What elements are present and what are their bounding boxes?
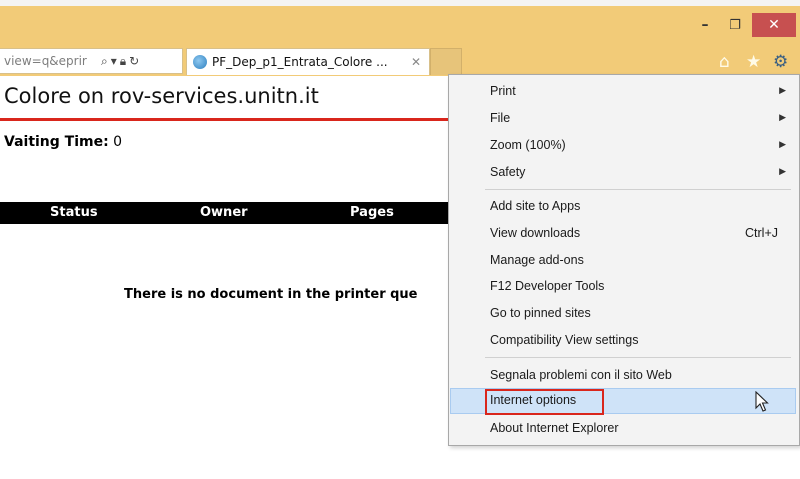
column-header-owner: Owner	[200, 205, 248, 220]
tools-menu: Print ▶ File ▶ Zoom (100%) ▶ Safety ▶ Ad…	[448, 74, 800, 446]
menu-item-label: Compatibility View settings	[490, 333, 639, 347]
address-text[interactable]: view=q&eprir	[0, 54, 98, 68]
close-button[interactable]: ✕	[752, 13, 796, 37]
menu-item-label: Add site to Apps	[490, 199, 581, 213]
maximize-button[interactable]: ❐	[724, 13, 746, 37]
menu-item-label: View downloads	[490, 226, 581, 240]
empty-queue-message: There is no document in the printer que	[124, 287, 418, 302]
column-header-status: Status	[50, 205, 98, 220]
refresh-icon[interactable]: ↻	[129, 54, 139, 68]
dropdown-arrow-icon[interactable]: ▾	[111, 54, 117, 68]
menu-separator	[485, 189, 791, 190]
menu-item-about-internet-explorer[interactable]: About Internet Explorer	[450, 416, 796, 442]
menu-item-label: Internet options	[490, 393, 577, 407]
home-icon[interactable]: ⌂	[719, 52, 730, 72]
menu-separator	[485, 357, 791, 358]
menu-item-label: Zoom (100%)	[490, 138, 566, 152]
menu-item-label: Go to pinned sites	[490, 306, 591, 320]
tab-title: PF_Dep_p1_Entrata_Colore ...	[212, 55, 388, 69]
star-icon[interactable]: ★	[746, 52, 761, 72]
menu-item-segnala-problemi[interactable]: Segnala problemi con il sito Web	[450, 363, 796, 389]
menu-item-label: Print	[490, 84, 516, 98]
minimize-button[interactable]: –	[694, 13, 716, 37]
menu-item-label: Safety	[490, 165, 526, 179]
menu-item-file[interactable]: File ▶	[450, 106, 796, 132]
waiting-time: Vaiting Time: 0	[4, 134, 122, 150]
menu-item-go-to-pinned-sites[interactable]: Go to pinned sites	[450, 301, 796, 327]
tab-close-icon[interactable]: ✕	[411, 55, 421, 69]
ie-favicon-icon	[193, 55, 207, 69]
menu-item-internet-options[interactable]: Internet options	[450, 388, 796, 415]
mouse-cursor-icon	[755, 391, 769, 412]
lock-icon[interactable]: 🔒︎	[120, 54, 126, 69]
menu-item-compatibility-view-settings[interactable]: Compatibility View settings	[450, 328, 796, 354]
waiting-time-label: Vaiting Time:	[4, 134, 109, 150]
menu-item-manage-add-ons[interactable]: Manage add-ons	[450, 248, 796, 274]
menu-item-label: About Internet Explorer	[490, 421, 619, 435]
waiting-time-value: 0	[113, 134, 123, 150]
search-icon[interactable]: ⌕	[101, 54, 108, 69]
menu-item-print[interactable]: Print ▶	[450, 79, 796, 105]
submenu-arrow-icon: ▶	[779, 85, 786, 95]
new-tab-button[interactable]	[430, 48, 462, 75]
menu-item-add-site-to-apps[interactable]: Add site to Apps	[450, 194, 796, 220]
submenu-arrow-icon: ▶	[779, 166, 786, 176]
submenu-arrow-icon: ▶	[779, 139, 786, 149]
queue-table-header: Status Owner Pages	[0, 202, 450, 224]
menu-item-shortcut: Ctrl+J	[745, 226, 778, 240]
submenu-arrow-icon: ▶	[779, 112, 786, 122]
menu-item-safety[interactable]: Safety ▶	[450, 160, 796, 186]
menu-item-label: Segnala problemi con il sito Web	[490, 368, 672, 382]
page-title: Colore on rov-services.unitn.it	[4, 84, 319, 108]
gear-icon[interactable]: ⚙	[773, 52, 788, 72]
menu-item-zoom[interactable]: Zoom (100%) ▶	[450, 133, 796, 159]
menu-item-view-downloads[interactable]: View downloads Ctrl+J	[450, 221, 796, 247]
column-header-pages: Pages	[350, 205, 394, 220]
menu-item-label: F12 Developer Tools	[490, 279, 605, 293]
menu-item-f12-developer-tools[interactable]: F12 Developer Tools	[450, 274, 796, 300]
tab-active[interactable]: PF_Dep_p1_Entrata_Colore ... ✕	[186, 48, 430, 75]
menu-item-label: Manage add-ons	[490, 253, 584, 267]
address-bar[interactable]: view=q&eprir ⌕ ▾ 🔒︎ ↻	[0, 48, 183, 74]
top-edge	[0, 0, 800, 6]
menu-item-label: File	[490, 111, 511, 125]
title-divider	[0, 118, 450, 121]
